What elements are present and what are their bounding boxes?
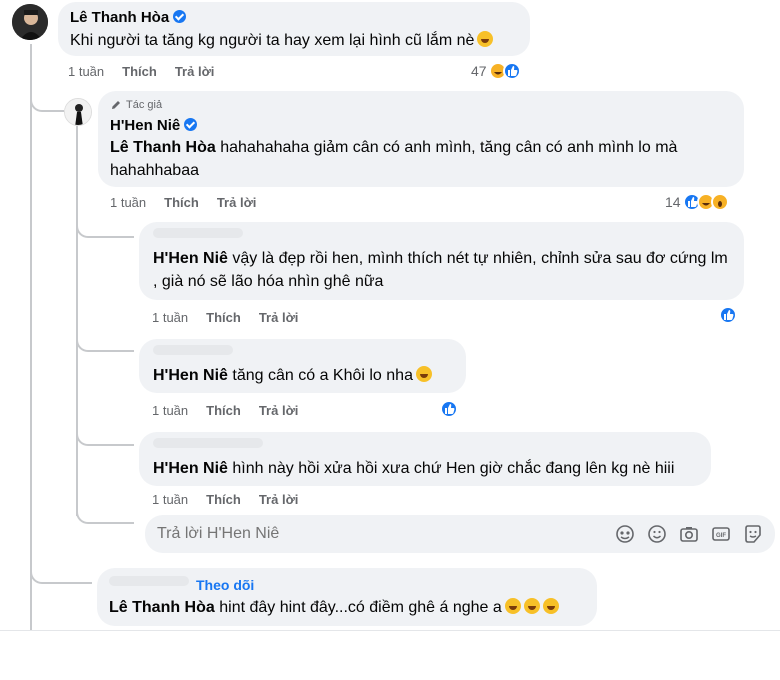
like-button[interactable]: Thích bbox=[206, 492, 241, 507]
blurred-name bbox=[153, 228, 243, 238]
reaction-summary[interactable]: 14 bbox=[665, 193, 729, 211]
like-button[interactable]: Thích bbox=[206, 403, 241, 418]
like-icon bbox=[719, 306, 737, 324]
pencil-icon bbox=[112, 101, 120, 109]
mention[interactable]: H'Hen Niê bbox=[153, 367, 228, 384]
reply-button[interactable]: Trả lời bbox=[259, 403, 299, 418]
profile-photo-icon bbox=[12, 4, 48, 40]
reaction-count: 47 bbox=[471, 63, 487, 79]
mention[interactable]: Lê Thanh Hòa bbox=[110, 139, 216, 156]
author-badge: Tác giả bbox=[126, 99, 163, 111]
reaction-summary[interactable] bbox=[719, 306, 737, 324]
author-name[interactable]: Lê Thanh Hòa bbox=[70, 9, 169, 26]
thread-connector-replybox bbox=[76, 500, 134, 524]
avatar[interactable] bbox=[64, 98, 92, 126]
grinning-emoji-icon bbox=[415, 366, 432, 382]
comment-text: hint đây hint đây...có điềm ghê á nghe a bbox=[219, 599, 502, 616]
reply-button[interactable]: Trả lời bbox=[175, 64, 215, 79]
svg-text:GIF: GIF bbox=[716, 533, 726, 539]
avatar[interactable] bbox=[12, 4, 48, 40]
thread-connector-reply3 bbox=[76, 420, 134, 446]
verified-icon bbox=[173, 10, 187, 23]
sticker-icon[interactable] bbox=[743, 524, 763, 544]
crop-divider bbox=[0, 630, 780, 631]
like-button[interactable]: Thích bbox=[164, 195, 199, 210]
thread-connector-author bbox=[30, 90, 64, 112]
author-comment-bubble: Tác giả H'Hen Niê Lê Thanh Hòa hahahahah… bbox=[98, 91, 744, 187]
reply-button[interactable]: Trả lời bbox=[259, 492, 299, 507]
comment-time[interactable]: 1 tuần bbox=[110, 195, 146, 210]
rofl-emoji-icon bbox=[523, 598, 540, 614]
profile-photo-icon bbox=[65, 99, 91, 125]
comment-time[interactable]: 1 tuần bbox=[152, 310, 188, 325]
verified-icon bbox=[184, 118, 198, 131]
gif-icon[interactable]: GIF bbox=[711, 524, 731, 544]
comment-time[interactable]: 1 tuần bbox=[68, 64, 104, 79]
comment-time[interactable]: 1 tuần bbox=[152, 403, 188, 418]
reply-bubble: H'Hen Niê tăng cân có a Khôi lo nha bbox=[139, 339, 466, 393]
comment-text: tăng cân có a Khôi lo nha bbox=[232, 367, 413, 384]
wow-icon bbox=[710, 193, 729, 211]
thread-connector-reply2 bbox=[76, 330, 134, 352]
like-button[interactable]: Thích bbox=[206, 310, 241, 325]
comment-text: hình này hồi xửa hồi xưa chứ Hen giờ chắ… bbox=[232, 460, 675, 477]
mention[interactable]: Lê Thanh Hòa bbox=[109, 599, 215, 616]
reply-button[interactable]: Trả lời bbox=[217, 195, 257, 210]
avatar-sticker-icon[interactable] bbox=[615, 524, 635, 544]
mention[interactable]: H'Hen Niê bbox=[153, 460, 228, 477]
thread-connector-comment3 bbox=[30, 560, 92, 584]
reply-bubble: H'Hen Niê vậy là đẹp rồi hen, mình thích… bbox=[139, 222, 744, 300]
emoji-icon[interactable] bbox=[647, 524, 667, 544]
follow-button[interactable]: Theo dõi bbox=[196, 577, 254, 593]
comment-text: Khi người ta tăng kg người ta hay xem lạ… bbox=[70, 32, 475, 49]
camera-icon[interactable] bbox=[679, 524, 699, 544]
thread-line-replies bbox=[76, 126, 78, 516]
blurred-name bbox=[153, 438, 263, 448]
grinning-emoji-icon bbox=[477, 31, 494, 47]
thread-line-main bbox=[30, 44, 32, 630]
like-icon bbox=[502, 62, 521, 80]
reaction-count: 14 bbox=[665, 194, 681, 210]
rofl-emoji-icon bbox=[504, 598, 521, 614]
reaction-summary[interactable]: 47 bbox=[471, 62, 521, 80]
comment-bubble: Lê Thanh Hòa Khi người ta tăng kg người … bbox=[58, 2, 530, 56]
reply-input[interactable] bbox=[157, 523, 597, 545]
mention[interactable]: H'Hen Niê bbox=[153, 250, 228, 267]
blurred-name bbox=[109, 576, 189, 586]
comment-bubble: Theo dõi Lê Thanh Hòa hint đây hint đây.… bbox=[97, 568, 597, 626]
reply-input-box[interactable]: GIF bbox=[145, 515, 775, 553]
thread-connector-reply1 bbox=[76, 218, 134, 238]
like-button[interactable]: Thích bbox=[122, 64, 157, 79]
comment-time[interactable]: 1 tuần bbox=[152, 492, 188, 507]
reply-bubble: H'Hen Niê hình này hồi xửa hồi xưa chứ H… bbox=[139, 432, 711, 486]
like-icon bbox=[440, 400, 458, 418]
rofl-emoji-icon bbox=[542, 598, 559, 614]
blurred-name bbox=[153, 345, 233, 355]
comment-text: vậy là đẹp rồi hen, mình thích nét tự nh… bbox=[153, 250, 728, 290]
reaction-summary[interactable] bbox=[440, 400, 458, 418]
author-name[interactable]: H'Hen Niê bbox=[110, 117, 180, 134]
reply-button[interactable]: Trả lời bbox=[259, 310, 299, 325]
